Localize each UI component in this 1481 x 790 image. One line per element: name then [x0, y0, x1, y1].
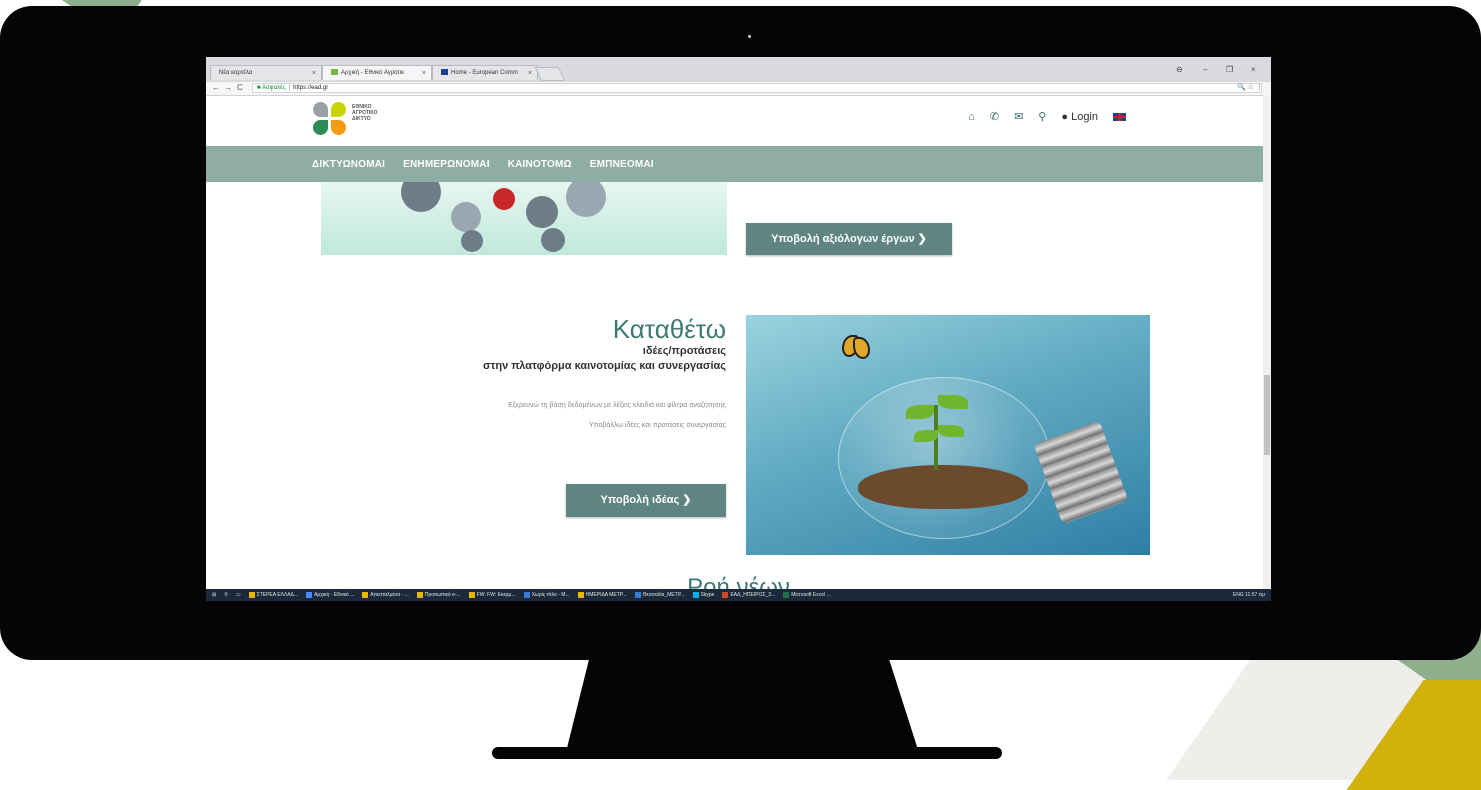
- login-label: Login: [1071, 110, 1098, 123]
- url-input[interactable]: ■ Ασφαλές | https://ead.gr: [252, 83, 1262, 93]
- monitor-stand: [565, 656, 920, 756]
- app-icon: [577, 592, 584, 598]
- app-icon: [362, 592, 369, 598]
- lock-icon: ■: [257, 85, 261, 91]
- secure-label: Ασφαλές: [261, 85, 286, 91]
- close-icon[interactable]: ×: [312, 66, 316, 81]
- web-page: ΕΘΝΙΚΟ ΑΓΡΟΤΙΚΟ ΔΙΚΤΥΟ ⌂ ✆ ✉ ⚲ ● Login Δ…: [206, 96, 1271, 601]
- taskbar-item[interactable]: FW: FW: Εκερμ...: [468, 592, 516, 598]
- uk-flag-icon[interactable]: [1113, 112, 1126, 121]
- forward-icon[interactable]: →: [224, 83, 232, 92]
- tab-european-commission[interactable]: Home - European Comm ×: [432, 65, 538, 80]
- ideas-section: Καταθέτω ιδέες/προτάσεις στην πλατφόρμα …: [356, 314, 726, 436]
- nav-item-inspiration[interactable]: ΕΜΠΝΕΟΜΑΙ: [590, 159, 654, 170]
- site-favicon-icon: [331, 69, 338, 75]
- app-icon: [468, 592, 475, 598]
- app-icon: [248, 592, 255, 598]
- site-logo[interactable]: [313, 102, 347, 138]
- taskbar-item[interactable]: Χωρίς τίτλο - M...: [523, 592, 570, 598]
- address-bar: ← → C ■ Ασφαλές | https://ead.gr 🔍 ☆ ⋮: [206, 82, 1271, 96]
- app-icon: [634, 592, 641, 598]
- collaboration-banner-image: [321, 182, 727, 255]
- page-scrollbar[interactable]: [1263, 95, 1271, 601]
- app-icon: [722, 592, 729, 598]
- taskbar-item[interactable]: Microsoft Excel ...: [783, 592, 831, 598]
- submit-idea-button[interactable]: Υποβολή ιδέας ❯: [566, 484, 726, 517]
- tab-ead-home[interactable]: Αρχική - Εθνικό Αγροτικ ×: [322, 65, 432, 80]
- lightbulb-image: [746, 315, 1150, 555]
- ideas-subtitle: ιδέες/προτάσεις: [642, 345, 726, 357]
- taskbar-item[interactable]: Απεσταλμένα - ...: [362, 592, 409, 598]
- logo-wordmark: ΕΘΝΙΚΟ ΑΓΡΟΤΙΚΟ ΔΙΚΤΥΟ: [352, 104, 378, 122]
- login-link[interactable]: ● Login: [1061, 111, 1098, 123]
- ideas-desc-line: Υποβάλλω ιδέες και προτάσεις συνεργασίας: [589, 422, 726, 429]
- close-icon[interactable]: ×: [422, 66, 426, 81]
- app-icon: [523, 592, 530, 598]
- app-icon: [783, 592, 790, 598]
- ideas-desc-line: Εξερευνώ τη βάση δεδομένων με λέξεις κλε…: [508, 402, 726, 409]
- mail-icon[interactable]: ✉: [1014, 110, 1023, 123]
- ideas-description: Εξερευνώ τη βάση δεδομένων με λέξεις κλε…: [356, 396, 726, 436]
- main-nav: ΔΙΚΤΥΩΝΟΜΑΙ ΕΝΗΜΕΡΩΝΟΜΑΙ ΚΑΙΝΟΤΟΜΩ ΕΜΠΝΕ…: [206, 146, 1271, 182]
- taskbar-item[interactable]: ΕΑΔ_ΗΠΕΙΡΟΣ_3...: [722, 592, 775, 598]
- close-window-button[interactable]: ×: [1251, 65, 1256, 74]
- nav-item-networking[interactable]: ΔΙΚΤΥΩΝΟΜΑΙ: [312, 159, 385, 170]
- nav-item-news[interactable]: ΕΝΗΜΕΡΩΝΟΜΑΙ: [403, 159, 490, 170]
- submit-works-button[interactable]: Υποβολή αξιόλογων έργων ❯: [746, 223, 952, 255]
- browser-tab-bar: Νέα καρτέλα × Αρχική - Εθνικό Αγροτικ × …: [206, 57, 1271, 82]
- back-icon[interactable]: ←: [212, 83, 220, 92]
- taskbar-item[interactable]: Αρχική - Εθνικό ...: [306, 592, 354, 598]
- header-actions: ⌂ ✆ ✉ ⚲ ● Login: [968, 110, 1126, 123]
- search-icon[interactable]: ⚲: [224, 592, 228, 598]
- taskbar-item[interactable]: Skype: [692, 592, 714, 598]
- task-view-icon[interactable]: ▭: [236, 592, 241, 598]
- home-icon[interactable]: ⌂: [968, 111, 975, 123]
- site-header: ΕΘΝΙΚΟ ΑΓΡΟΤΙΚΟ ΔΙΚΤΥΟ ⌂ ✆ ✉ ⚲ ● Login: [206, 96, 1271, 146]
- tab-label: Νέα καρτέλα: [219, 70, 253, 76]
- system-tray[interactable]: ENG 11:57 πμ: [1233, 592, 1265, 598]
- eu-favicon-icon: [441, 69, 448, 75]
- tab-label: Home - European Comm: [451, 70, 518, 76]
- reload-icon[interactable]: C: [237, 83, 243, 92]
- taskbar-item[interactable]: ΣΤΕΡΕΑ ΕΛΛΑΔ...: [248, 592, 298, 598]
- ideas-subtitle: στην πλατφόρμα καινοτομίας και συνεργασί…: [482, 360, 726, 372]
- maximize-button[interactable]: ❐: [1226, 65, 1233, 74]
- tab-new[interactable]: Νέα καρτέλα ×: [210, 65, 322, 80]
- url-separator: |: [288, 85, 291, 91]
- taskbar-item[interactable]: ΗΜΕΡΙΔΑ ΜΕΤΡ...: [577, 592, 627, 598]
- windows-start-icon[interactable]: ⊞: [212, 592, 216, 598]
- butterfly-graphic: [842, 335, 870, 359]
- logo-line: ΔΙΚΤΥΟ: [352, 116, 371, 122]
- nav-item-innovation[interactable]: ΚΑΙΝΟΤΟΜΩ: [508, 159, 572, 170]
- monitor-base: [492, 747, 1002, 759]
- url-text: https://ead.gr: [293, 85, 329, 91]
- windows-taskbar: ⊞ ⚲ ▭ ΣΤΕΡΕΑ ΕΛΛΑΔ... Αρχική - Εθνικό ..…: [206, 589, 1271, 601]
- phone-icon[interactable]: ✆: [990, 110, 999, 123]
- account-icon[interactable]: ⊖: [1176, 65, 1183, 74]
- close-icon[interactable]: ×: [528, 66, 532, 81]
- app-icon: [306, 592, 313, 598]
- app-icon: [416, 592, 423, 598]
- screen: Νέα καρτέλα × Αρχική - Εθνικό Αγροτικ × …: [206, 57, 1271, 601]
- webcam-dot: [748, 35, 751, 38]
- taskbar-item[interactable]: Προσωπικό e-...: [416, 592, 461, 598]
- app-icon: [692, 592, 699, 598]
- new-tab-button[interactable]: [534, 67, 566, 81]
- scrollbar-thumb[interactable]: [1264, 375, 1270, 455]
- tab-label: Αρχική - Εθνικό Αγροτικ: [341, 70, 405, 76]
- ideas-title: Καταθέτω: [612, 314, 726, 344]
- taskbar-item[interactable]: Θεσσαλία_ΜΕΤΡ...: [634, 592, 685, 598]
- minimize-button[interactable]: –: [1203, 65, 1207, 74]
- search-icon[interactable]: ⚲: [1038, 110, 1046, 123]
- zoom-icon[interactable]: 🔍 ☆ ⋮: [1237, 83, 1263, 91]
- user-icon: ●: [1061, 110, 1069, 123]
